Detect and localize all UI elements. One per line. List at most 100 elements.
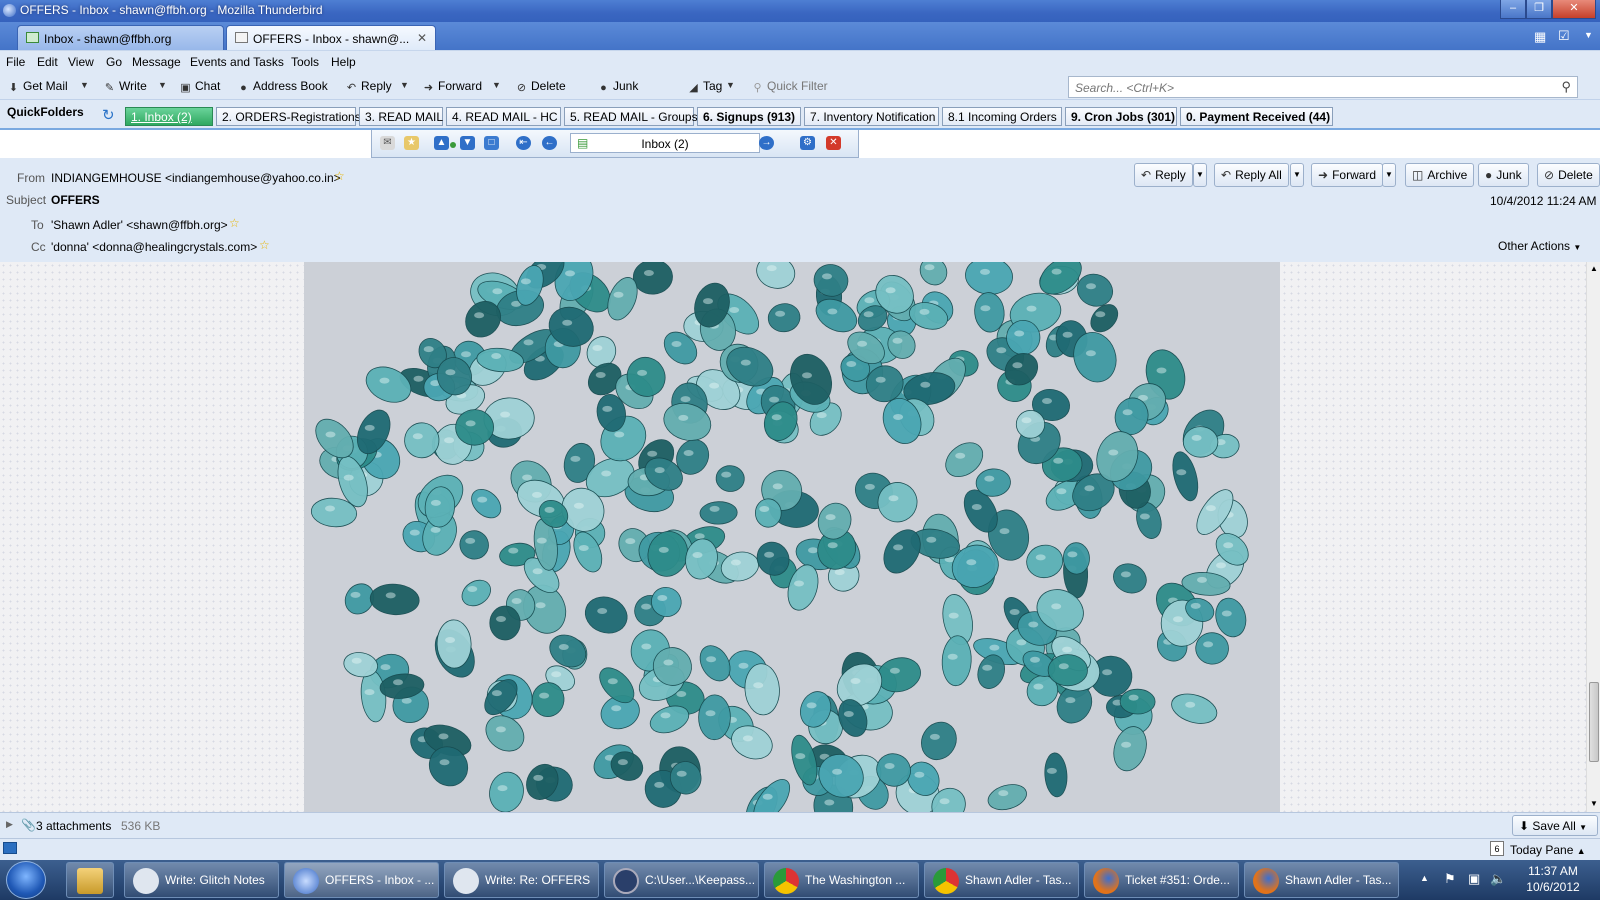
copy-icon[interactable]: □ <box>484 136 499 150</box>
menu-edit[interactable]: Edit <box>37 55 58 69</box>
get-mail-button[interactable]: ⬇ Get Mail <box>8 79 68 94</box>
menu-go[interactable]: Go <box>106 55 122 69</box>
chevron-down-icon[interactable]: ▼ <box>80 80 89 90</box>
delete-button[interactable]: ⊘ Delete <box>516 79 566 94</box>
chevron-down-icon[interactable]: ▼ <box>726 80 735 90</box>
mark-read-icon[interactable]: ✉ <box>380 136 395 150</box>
junk-button[interactable]: ● Junk <box>598 79 638 94</box>
forward-button[interactable]: ➜ Forward <box>423 79 482 94</box>
from-value[interactable]: INDIANGEMHOUSE <indiangemhouse@yahoo.co.… <box>51 171 341 185</box>
chevron-down-icon[interactable]: ▼ <box>1584 30 1593 40</box>
today-pane-button[interactable]: Today Pane ▲ <box>1510 843 1586 857</box>
flag-icon[interactable]: ⚑ <box>1444 871 1456 887</box>
to-value[interactable]: 'Shawn Adler' <shawn@ffbh.org> <box>51 218 228 232</box>
chevron-down-icon[interactable]: ▼ <box>492 80 501 90</box>
qf-read-mail[interactable]: 3. READ MAIL <box>359 107 443 126</box>
qf-signups[interactable]: 6. Signups (913) <box>697 107 801 126</box>
first-message-icon[interactable]: ⇤ <box>516 136 531 150</box>
volume-icon[interactable]: 🔈 <box>1490 871 1506 887</box>
chevron-down-icon[interactable]: ▼ <box>1382 163 1396 187</box>
header-junk-button[interactable]: ● Junk <box>1478 163 1529 187</box>
task-shawn-adler-firefox[interactable]: Shawn Adler - Tas... <box>1244 862 1399 898</box>
start-button[interactable] <box>6 861 46 899</box>
arrow-up-icon[interactable]: ▲ <box>434 136 449 150</box>
menu-file[interactable]: File <box>6 55 25 69</box>
close-window-button[interactable]: ✕ <box>1552 0 1596 19</box>
tab-inbox[interactable]: Inbox - shawn@ffbh.org <box>17 25 224 50</box>
task-ticket-351[interactable]: Ticket #351: Orde... <box>1084 862 1239 898</box>
chevron-down-icon[interactable]: ▼ <box>1193 163 1207 187</box>
header-reply-button[interactable]: ↶ Reply <box>1134 163 1193 187</box>
show-hidden-icons[interactable]: ▲ <box>1420 873 1429 883</box>
arrow-down-icon[interactable]: ▼ <box>460 136 475 150</box>
folder-selector[interactable]: ▤ Inbox (2) <box>570 133 760 153</box>
task-shawn-adler-chrome[interactable]: Shawn Adler - Tas... <box>924 862 1079 898</box>
menu-message[interactable]: Message <box>132 55 181 69</box>
chevron-down-icon[interactable]: ▼ <box>1290 163 1304 187</box>
attachment-count[interactable]: 3 attachments <box>36 819 111 833</box>
refresh-icon[interactable]: ↻ <box>102 106 115 124</box>
minimize-button[interactable]: – <box>1500 0 1526 19</box>
header-reply-all-button[interactable]: ↶ Reply All <box>1214 163 1289 187</box>
stone-highlight <box>766 265 777 272</box>
menu-events-tasks[interactable]: Events and Tasks <box>190 55 284 69</box>
settings-icon[interactable]: ⚙ <box>800 136 815 150</box>
network-icon[interactable]: ▣ <box>1468 871 1480 887</box>
cc-value[interactable]: 'donna' <donna@healingcrystals.com> <box>51 240 257 254</box>
star-icon[interactable]: ☆ <box>229 216 240 230</box>
star-icon[interactable]: ★ <box>404 136 419 150</box>
tasks-icon[interactable]: ☑ <box>1558 28 1570 44</box>
menu-help[interactable]: Help <box>331 55 356 69</box>
header-delete-button[interactable]: ⊘ Delete <box>1537 163 1600 187</box>
scrollbar-thumb[interactable] <box>1589 682 1599 762</box>
qf-inventory-notification[interactable]: 7. Inventory Notification <box>804 107 939 126</box>
qf-payment-received[interactable]: 0. Payment Received (44) <box>1180 107 1333 126</box>
task-offers-inbox[interactable]: OFFERS - Inbox - ... <box>284 862 439 898</box>
task-write-glitch-notes[interactable]: Write: Glitch Notes <box>124 862 279 898</box>
menu-tools[interactable]: Tools <box>291 55 319 69</box>
task-keepass[interactable]: C:\User...\Keepass... <box>604 862 759 898</box>
chevron-down-icon[interactable]: ▼ <box>158 80 167 90</box>
qf-incoming-orders[interactable]: 8.1 Incoming Orders <box>942 107 1062 126</box>
chevron-down-icon[interactable]: ▼ <box>400 80 409 90</box>
next-icon[interactable]: → <box>759 136 774 150</box>
header-archive-button[interactable]: ◫ Archive <box>1405 163 1475 187</box>
save-all-button[interactable]: ⬇ Save All ▼ <box>1512 815 1598 836</box>
menu-view[interactable]: View <box>68 55 94 69</box>
stone-highlight <box>703 298 713 305</box>
chat-button[interactable]: ▣ Chat <box>180 79 220 94</box>
tab-offers[interactable]: OFFERS - Inbox - shawn@... ✕ <box>226 25 436 50</box>
clock-date[interactable]: 10/6/2012 <box>1525 880 1581 894</box>
scroll-up-icon[interactable]: ▲ <box>1590 264 1598 273</box>
scroll-down-icon[interactable]: ▼ <box>1590 799 1598 808</box>
expand-arrow-icon[interactable]: ▶ <box>6 819 13 830</box>
search-icon[interactable]: ⚲ <box>1561 79 1571 95</box>
tag-button[interactable]: ◢ Tag <box>688 79 722 94</box>
message-scrollbar[interactable]: ▲ ▼ <box>1586 262 1600 812</box>
task-write-re-offers[interactable]: Write: Re: OFFERS <box>444 862 599 898</box>
qf-read-mail-hc[interactable]: 4. READ MAIL - HC <box>446 107 561 126</box>
address-book-button[interactable]: ● Address Book <box>238 79 328 94</box>
search-input[interactable]: Search... <Ctrl+K> ⚲ <box>1068 76 1578 98</box>
close-icon[interactable]: ✕ <box>417 31 427 45</box>
qf-inbox[interactable]: 1. Inbox (2) <box>125 107 213 126</box>
header-forward-button[interactable]: ➜ Forward <box>1311 163 1384 187</box>
reply-button[interactable]: ↶ Reply <box>346 79 392 94</box>
task-washington[interactable]: The Washington ... <box>764 862 919 898</box>
clock-time[interactable]: 11:37 AM <box>1525 864 1581 878</box>
qf-orders-registrations[interactable]: 2. ORDERS-Registrations <box>216 107 361 126</box>
qf-cron-jobs[interactable]: 9. Cron Jobs (301) <box>1065 107 1177 126</box>
write-button[interactable]: ✎ Write <box>104 79 147 94</box>
grid-icon[interactable]: ▦ <box>1534 29 1546 45</box>
star-icon[interactable]: ☆ <box>259 238 270 252</box>
back-icon[interactable]: ← <box>542 136 557 150</box>
close-icon[interactable]: ✕ <box>826 136 841 150</box>
stone-highlight <box>1221 610 1232 617</box>
explorer-task[interactable] <box>66 862 114 898</box>
other-actions-button[interactable]: Other Actions ▼ <box>1498 239 1581 253</box>
quick-filter-button[interactable]: ⚲ Quick Filter <box>752 79 827 94</box>
maximize-button[interactable]: ❐ <box>1526 0 1552 19</box>
qf-read-mail-groups[interactable]: 5. READ MAIL - Groups <box>564 107 698 126</box>
online-status-icon[interactable] <box>3 842 17 854</box>
star-icon[interactable]: ☆ <box>334 169 345 183</box>
